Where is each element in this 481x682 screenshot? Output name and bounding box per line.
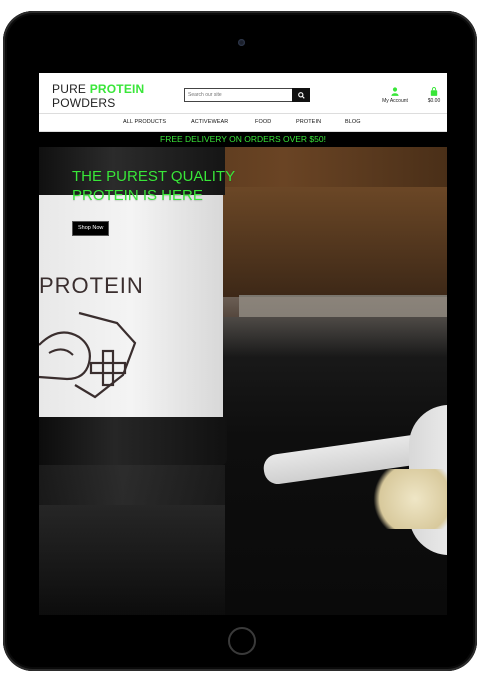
nav-item-all-products[interactable]: ALL PRODUCTS — [123, 119, 166, 125]
cart-link[interactable]: $0.00 — [423, 87, 445, 104]
nav-item-blog[interactable]: BLOG — [345, 119, 361, 125]
main-nav: ALL PRODUCTS ACTIVEWEAR FOOD PROTEIN BLO… — [39, 113, 447, 132]
protein-powder-image — [364, 469, 447, 529]
shop-now-button[interactable]: Shop Now — [72, 221, 110, 236]
my-account-link[interactable]: My Account — [377, 87, 413, 104]
flexed-arm-shield-icon — [39, 311, 137, 399]
front-camera — [238, 39, 245, 46]
hero-banner: PROTEIN THE PUREST QUALITY PROTEIN IS HE… — [39, 147, 447, 615]
logo-word-pure: PURE — [52, 82, 90, 96]
jar-reflection-base — [39, 465, 225, 505]
search-icon — [297, 91, 305, 99]
logo-word-powders: POWDERS — [52, 96, 116, 110]
search-input[interactable] — [184, 88, 294, 102]
site-logo[interactable]: PURE PROTEIN POWDERS — [52, 82, 144, 110]
shopping-bag-icon — [430, 87, 438, 96]
hero-background-wall — [219, 187, 447, 297]
hero-title-line-2: PROTEIN IS HERE — [72, 187, 203, 204]
hero-title: THE PUREST QUALITY PROTEIN IS HERE — [72, 167, 235, 205]
search-button[interactable] — [292, 88, 310, 102]
hero-title-line-1: THE PUREST QUALITY — [72, 168, 236, 185]
logo-word-protein: PROTEIN — [89, 82, 145, 96]
my-account-label: My Account — [382, 98, 408, 104]
home-button[interactable] — [228, 627, 256, 655]
site-header: PURE PROTEIN POWDERS My Account — [39, 73, 447, 113]
search-bar — [184, 88, 310, 102]
website-screen: PURE PROTEIN POWDERS My Account — [39, 73, 447, 615]
hero-surface-shine — [219, 297, 447, 357]
nav-item-food[interactable]: FOOD — [255, 119, 271, 125]
promo-banner: FREE DELIVERY ON ORDERS OVER $50! — [39, 132, 447, 147]
user-icon — [391, 87, 399, 96]
nav-item-activewear[interactable]: ACTIVEWEAR — [191, 119, 228, 125]
jar-base-image — [39, 417, 227, 465]
nav-item-protein[interactable]: PROTEIN — [296, 119, 321, 125]
cart-total: $0.00 — [427, 98, 441, 104]
jar-label-text: PROTEIN — [39, 273, 144, 298]
